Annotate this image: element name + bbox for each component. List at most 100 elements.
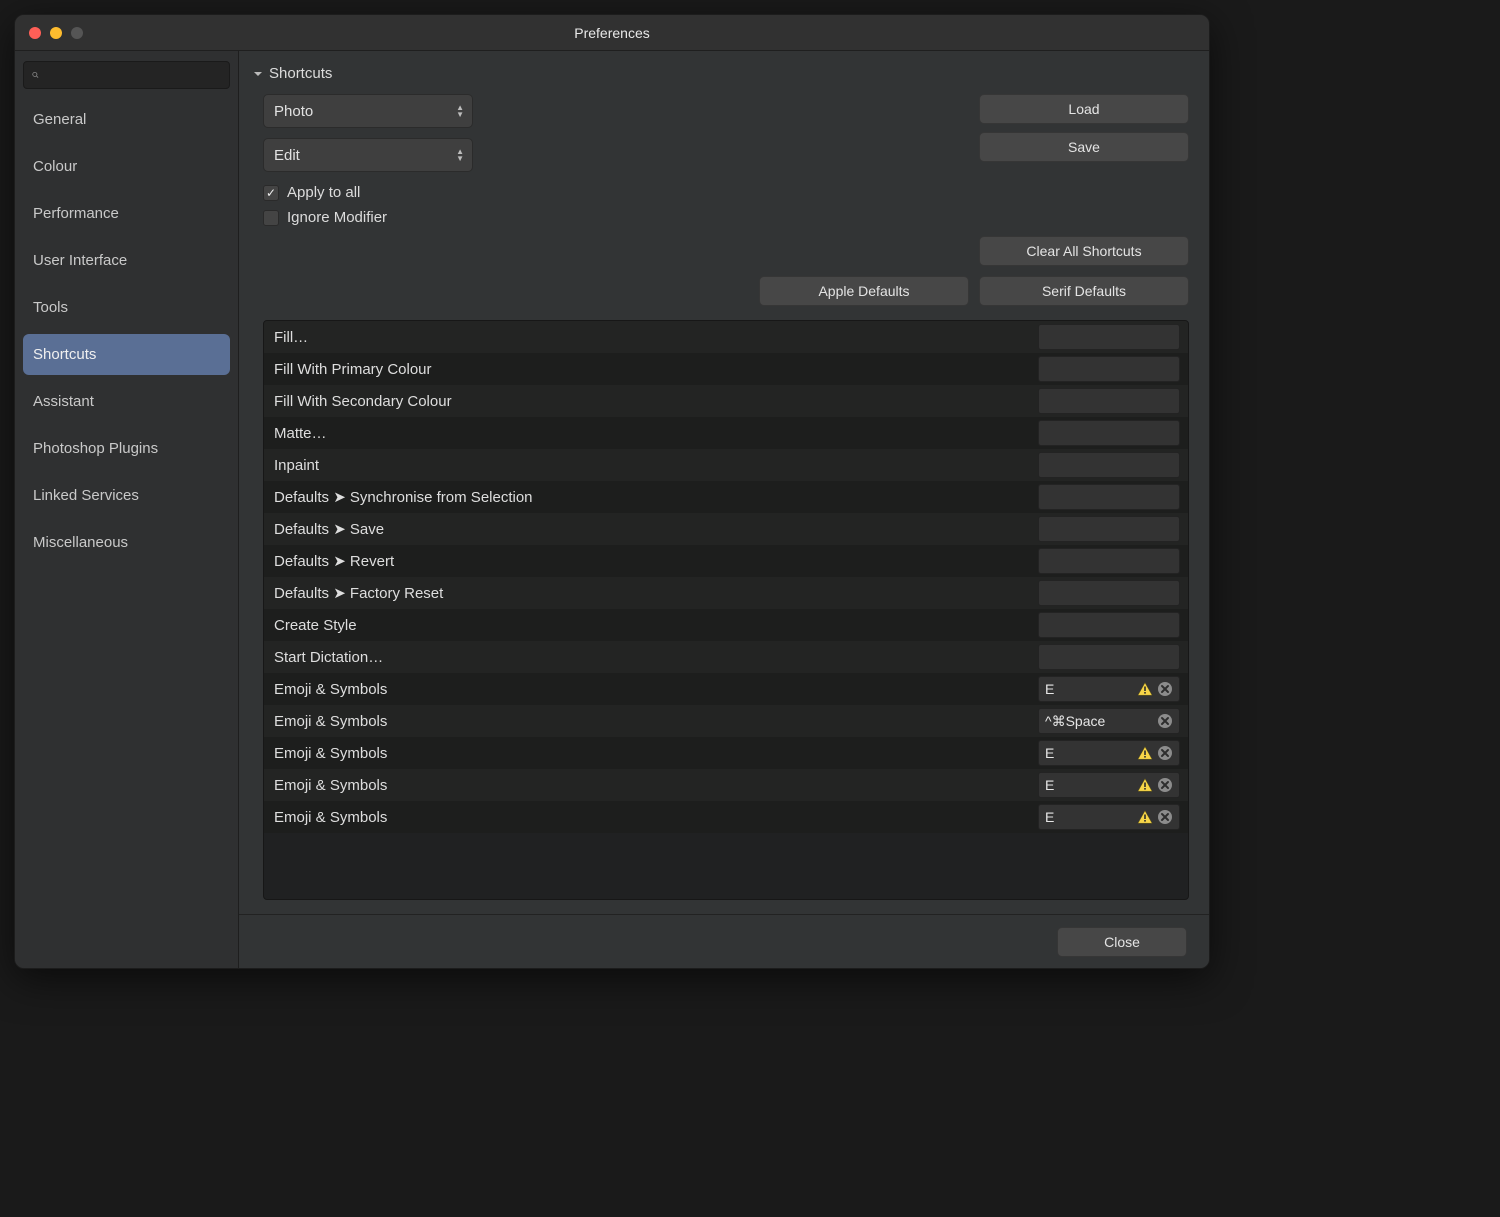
shortcut-label: Fill With Primary Colour — [274, 361, 1038, 378]
shortcuts-list[interactable]: Fill… Fill With Primary Colour Fill With S… — [263, 320, 1189, 900]
apply-to-all-row[interactable]: Apply to all — [263, 184, 1185, 201]
sidebar-item-assistant[interactable]: Assistant — [23, 381, 230, 422]
sidebar-item-performance[interactable]: Performance — [23, 193, 230, 234]
titlebar: Preferences — [15, 15, 1209, 51]
shortcut-row[interactable]: Emoji & Symbols E — [264, 737, 1188, 769]
shortcut-field[interactable] — [1038, 452, 1180, 478]
window-minimize-button[interactable] — [50, 27, 62, 39]
shortcut-field[interactable]: E — [1038, 740, 1180, 766]
shortcut-row[interactable]: Emoji & Symbols E — [264, 801, 1188, 833]
sidebar-search[interactable] — [23, 61, 230, 89]
shortcut-label: Matte… — [274, 425, 1038, 442]
shortcut-label: Start Dictation… — [274, 649, 1038, 666]
shortcut-label: Create Style — [274, 617, 1038, 634]
clear-all-shortcuts-button[interactable]: Clear All Shortcuts — [979, 236, 1189, 266]
shortcut-field[interactable] — [1038, 548, 1180, 574]
shortcut-value: ^⌘Space — [1045, 713, 1153, 730]
shortcut-row[interactable]: Defaults ➤ Synchronise from Selection — [264, 481, 1188, 513]
shortcut-row[interactable]: Emoji & Symbols E — [264, 673, 1188, 705]
traffic-lights — [15, 27, 83, 39]
search-input[interactable] — [45, 68, 221, 83]
menu-select[interactable]: Edit ▲▼ — [263, 138, 473, 172]
shortcut-row[interactable]: Defaults ➤ Revert — [264, 545, 1188, 577]
shortcut-row[interactable]: Fill… — [264, 321, 1188, 353]
apply-to-all-checkbox[interactable] — [263, 185, 279, 201]
shortcut-row[interactable]: Matte… — [264, 417, 1188, 449]
shortcut-field[interactable]: E — [1038, 676, 1180, 702]
close-button[interactable]: Close — [1057, 927, 1187, 957]
clear-shortcut-icon[interactable] — [1157, 777, 1173, 793]
shortcut-row[interactable]: Inpaint — [264, 449, 1188, 481]
shortcut-row[interactable]: Emoji & SymbolsE — [264, 769, 1188, 801]
menu-select-value: Edit — [274, 147, 300, 164]
persona-select-value: Photo — [274, 103, 313, 120]
shortcut-label: Fill With Secondary Colour — [274, 393, 1038, 410]
shortcut-field[interactable]: E — [1038, 804, 1180, 830]
shortcut-field[interactable] — [1038, 388, 1180, 414]
shortcut-field[interactable]: E — [1038, 772, 1180, 798]
shortcut-field[interactable] — [1038, 324, 1180, 350]
sidebar-item-general[interactable]: General — [23, 99, 230, 140]
sidebar-item-linked-services[interactable]: Linked Services — [23, 475, 230, 516]
sidebar-item-shortcuts[interactable]: Shortcuts — [23, 334, 230, 375]
stepper-arrows-icon: ▲▼ — [456, 95, 464, 127]
shortcut-label: Defaults ➤ Save — [274, 520, 1038, 538]
stepper-arrows-icon: ▲▼ — [456, 139, 464, 171]
shortcut-field[interactable] — [1038, 644, 1180, 670]
sidebar-item-colour[interactable]: Colour — [23, 146, 230, 187]
shortcut-field[interactable] — [1038, 516, 1180, 542]
sidebar-item-miscellaneous[interactable]: Miscellaneous — [23, 522, 230, 563]
main-panel: Shortcuts Photo ▲▼ Edit ▲▼ Load Save — [239, 51, 1209, 968]
shortcut-field[interactable] — [1038, 612, 1180, 638]
shortcut-field[interactable]: ^⌘Space — [1038, 708, 1180, 734]
ignore-modifier-row[interactable]: Ignore Modifier — [263, 209, 1185, 226]
shortcut-label: Emoji & Symbols — [274, 809, 1038, 826]
save-button[interactable]: Save — [979, 132, 1189, 162]
warning-icon — [1137, 746, 1153, 760]
shortcut-value: E — [1045, 745, 1133, 761]
search-icon — [32, 68, 39, 82]
shortcut-label: Defaults ➤ Synchronise from Selection — [274, 488, 1038, 506]
persona-select[interactable]: Photo ▲▼ — [263, 94, 473, 128]
chevron-down-icon — [253, 69, 263, 79]
checkbox-group: Apply to all Ignore Modifier — [239, 172, 1209, 226]
window-zoom-button[interactable] — [71, 27, 83, 39]
shortcut-field[interactable] — [1038, 356, 1180, 382]
shortcut-row[interactable]: Fill With Primary Colour — [264, 353, 1188, 385]
shortcut-field[interactable] — [1038, 484, 1180, 510]
clear-shortcut-icon[interactable] — [1157, 713, 1173, 729]
shortcut-row[interactable]: Start Dictation… — [264, 641, 1188, 673]
sidebar-item-tools[interactable]: Tools — [23, 287, 230, 328]
shortcut-value: E — [1045, 809, 1133, 825]
window-body: General Colour Performance User Interface To… — [15, 51, 1209, 968]
shortcut-label: Emoji & Symbols — [274, 713, 1038, 730]
ignore-modifier-checkbox[interactable] — [263, 210, 279, 226]
preferences-window: Preferences General Colour Performance User… — [14, 14, 1210, 969]
shortcut-row[interactable]: Emoji & Symbols ^⌘Space — [264, 705, 1188, 737]
load-button[interactable]: Load — [979, 94, 1189, 124]
warning-icon — [1137, 778, 1153, 792]
shortcut-label: Emoji & Symbols — [274, 777, 1038, 794]
shortcut-row[interactable]: Defaults ➤ Factory Reset — [264, 577, 1188, 609]
shortcut-label: Emoji & Symbols — [274, 745, 1038, 762]
shortcut-label: Defaults ➤ Factory Reset — [274, 584, 1038, 602]
window-close-button[interactable] — [29, 27, 41, 39]
section-header[interactable]: Shortcuts — [239, 51, 1209, 90]
clear-shortcut-icon[interactable] — [1157, 745, 1173, 761]
shortcut-row[interactable]: Fill With Secondary Colour — [264, 385, 1188, 417]
sidebar-item-photoshop-plugins[interactable]: Photoshop Plugins — [23, 428, 230, 469]
shortcut-field[interactable] — [1038, 420, 1180, 446]
clear-shortcut-icon[interactable] — [1157, 809, 1173, 825]
warning-icon — [1137, 682, 1153, 696]
shortcut-row[interactable]: Defaults ➤ Save — [264, 513, 1188, 545]
shortcut-row[interactable]: Create Style — [264, 609, 1188, 641]
shortcut-field[interactable] — [1038, 580, 1180, 606]
shortcut-value: E — [1045, 681, 1133, 697]
sidebar-item-user-interface[interactable]: User Interface — [23, 240, 230, 281]
clear-shortcut-icon[interactable] — [1157, 681, 1173, 697]
footer: Close — [239, 914, 1209, 968]
shortcut-label: Defaults ➤ Revert — [274, 552, 1038, 570]
serif-defaults-button[interactable]: Serif Defaults — [979, 276, 1189, 306]
shortcut-label: Emoji & Symbols — [274, 681, 1038, 698]
apple-defaults-button[interactable]: Apple Defaults — [759, 276, 969, 306]
